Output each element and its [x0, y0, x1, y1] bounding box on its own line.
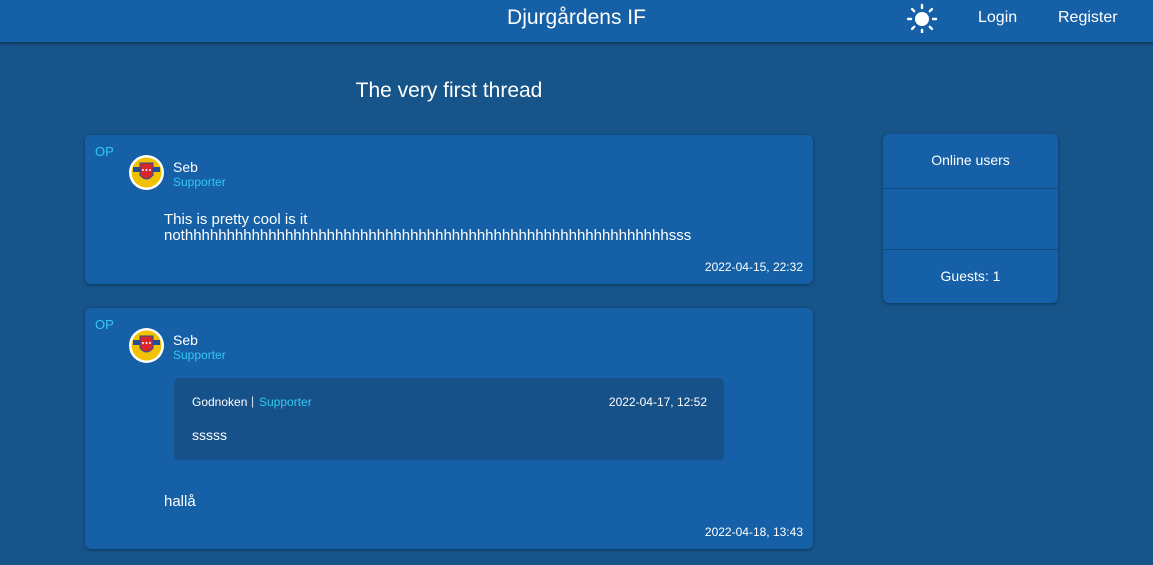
- quoted-post[interactable]: Godnoken | Supporter 2022-04-17, 12:52 s…: [174, 378, 724, 460]
- author-role: Supporter: [173, 175, 226, 189]
- online-users-title: Online users: [931, 152, 1010, 168]
- post-card: OP Seb Supporter This is pretty cool is …: [85, 135, 813, 284]
- quote-role: Supporter: [259, 395, 312, 409]
- quote-separator: |: [251, 394, 255, 408]
- quote-date: 2022-04-17, 12:52: [608, 395, 707, 409]
- op-badge: OP: [95, 144, 114, 159]
- post-body-line: nothhhhhhhhhhhhhhhhhhhhhhhhhhhhhhhhhhhhh…: [164, 227, 692, 244]
- brand-link[interactable]: Djurgårdens IF: [507, 6, 646, 29]
- post-card: OP Seb Supporter Godnoken | Supporter 20…: [85, 308, 813, 549]
- register-link[interactable]: Register: [1058, 9, 1118, 27]
- post-body: This is pretty cool is it nothhhhhhhhhhh…: [164, 212, 784, 244]
- djurgarden-crest-icon: [129, 328, 164, 363]
- avatar[interactable]: [129, 155, 164, 190]
- divider: [883, 188, 1058, 189]
- quote-author: Godnoken: [192, 395, 248, 409]
- post-date: 2022-04-15, 22:32: [704, 260, 803, 274]
- sun-icon[interactable]: [905, 3, 939, 35]
- avatar[interactable]: [129, 328, 164, 363]
- post-body-line: This is pretty cool is it: [164, 211, 308, 228]
- login-link[interactable]: Login: [978, 9, 1017, 27]
- online-users-panel: Online users Guests: 1: [883, 134, 1058, 303]
- op-badge: OP: [95, 317, 114, 332]
- thread-title: The very first thread: [355, 79, 543, 102]
- author-name[interactable]: Seb: [173, 159, 198, 175]
- guests-count: Guests: 1: [940, 268, 1001, 284]
- djurgarden-crest-icon: [129, 155, 164, 190]
- divider: [883, 249, 1058, 250]
- post-date: 2022-04-18, 13:43: [704, 525, 803, 539]
- post-body: hallå: [164, 493, 196, 510]
- top-navbar: Djurgårdens IF Login Register: [0, 0, 1153, 42]
- quote-text: sssss: [192, 427, 227, 443]
- author-role: Supporter: [173, 348, 226, 362]
- author-name[interactable]: Seb: [173, 332, 198, 348]
